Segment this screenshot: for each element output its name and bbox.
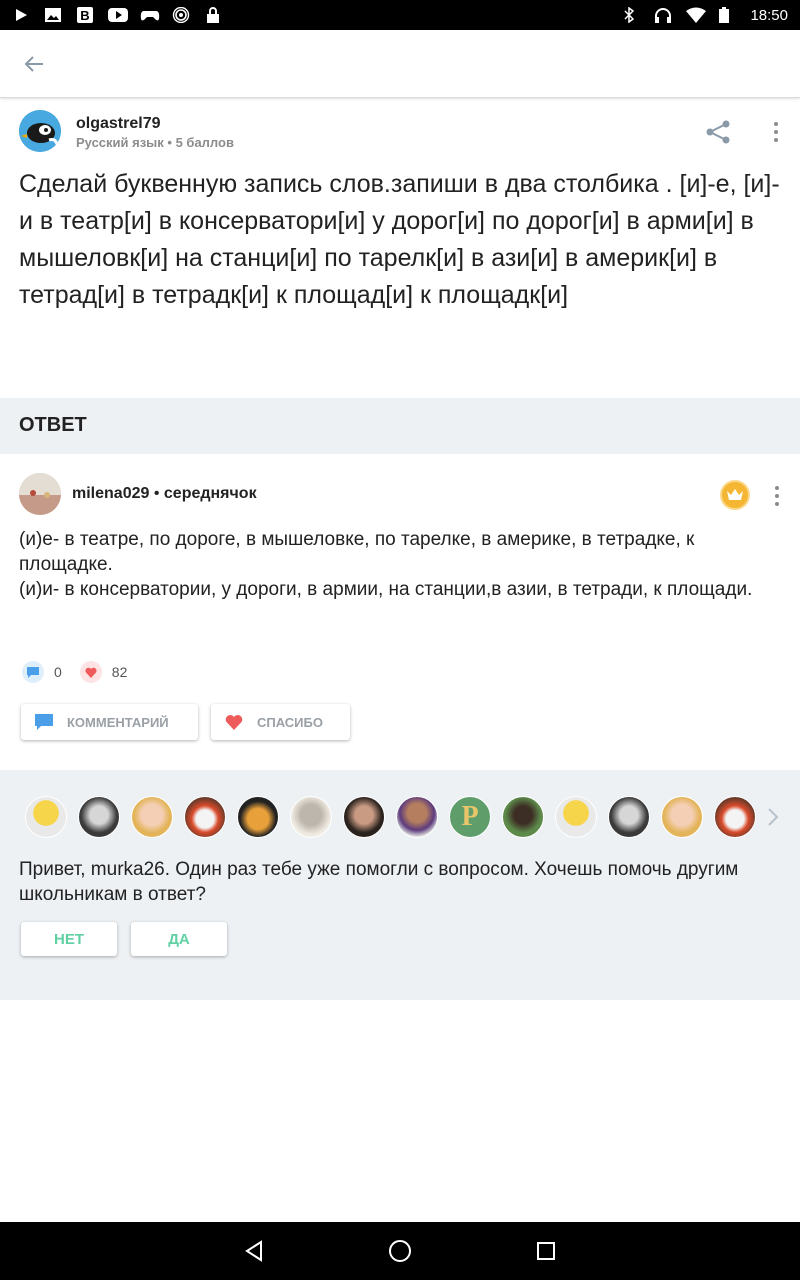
helper-avatar[interactable]: [661, 796, 703, 838]
status-bar: B 18:50: [0, 0, 800, 30]
separator-dot: •: [149, 485, 164, 502]
answer-line-1: (и)е- в театре, по дороге, в мышеловке, …: [19, 529, 695, 575]
image-icon: [44, 7, 62, 23]
answer-author-name[interactable]: milena029: [72, 485, 149, 502]
question-more-icon[interactable]: [769, 118, 783, 146]
helper-avatar[interactable]: P: [449, 796, 491, 838]
thanks-button-label: СПАСИБО: [257, 714, 323, 730]
helper-avatar[interactable]: [555, 796, 597, 838]
yes-button[interactable]: ДА: [131, 922, 227, 956]
answer-more-icon[interactable]: [770, 482, 784, 510]
helper-avatar[interactable]: [25, 796, 67, 838]
triangle-back-icon: [245, 1240, 262, 1262]
square-recents-icon: [537, 1242, 555, 1260]
battery-icon: [718, 7, 736, 23]
helper-avatar[interactable]: [396, 796, 438, 838]
app-bar: [0, 30, 800, 98]
helper-avatar[interactable]: [78, 796, 120, 838]
helper-avatar[interactable]: [237, 796, 279, 838]
youtube-icon: [108, 7, 128, 23]
helper-avatars-row: P: [25, 796, 756, 840]
thanks-button[interactable]: СПАСИБО: [211, 704, 350, 740]
no-button[interactable]: НЕТ: [21, 922, 117, 956]
circle-home-icon: [389, 1240, 411, 1262]
helper-avatar[interactable]: [608, 796, 650, 838]
heart-icon: [225, 714, 243, 730]
crown-icon: [727, 489, 743, 500]
share-icon: [706, 120, 730, 144]
headphones-icon: [654, 7, 672, 23]
best-answer-badge: [720, 480, 750, 510]
question-text: Сделай буквенную запись слов.запиши в дв…: [19, 170, 780, 309]
question-subject-points: Русский язык • 5 баллов: [76, 135, 234, 150]
heart-count-icon: [79, 661, 102, 683]
nav-back-button[interactable]: [240, 1237, 268, 1265]
helper-avatar[interactable]: [131, 796, 173, 838]
hotspot-icon: [172, 6, 190, 24]
wifi-icon: [686, 7, 707, 23]
helper-avatar[interactable]: [343, 796, 385, 838]
arrow-left-icon: [24, 56, 43, 72]
chevron-right-icon[interactable]: [764, 804, 782, 830]
answer-line-2: (и)и- в консерватории, у дороги, в армии…: [19, 579, 753, 600]
answer-section-label: ОТВЕТ: [19, 414, 87, 436]
comment-count-icon: [22, 661, 44, 683]
question-author-avatar[interactable]: [19, 110, 61, 152]
nav-recents-button[interactable]: [532, 1237, 560, 1265]
gamepad-icon: [140, 7, 160, 23]
comment-button[interactable]: КОММЕНТАРИЙ: [21, 704, 198, 740]
question-author-name[interactable]: olgastrel79: [76, 115, 160, 133]
b-app-icon: B: [76, 7, 94, 23]
status-time: 18:50: [750, 6, 788, 24]
helper-avatar[interactable]: [714, 796, 756, 838]
comment-icon: [35, 714, 53, 730]
nav-home-button[interactable]: [386, 1237, 414, 1265]
answer-text: (и)е- в театре, по дороге, в мышеловке, …: [19, 527, 789, 602]
answer-author-line: milena029 • середнячок: [72, 485, 257, 503]
svg-text:B: B: [80, 8, 89, 23]
answer-author-avatar[interactable]: [19, 473, 61, 515]
helper-avatar[interactable]: [290, 796, 332, 838]
question-header: olgastrel79 Русский язык • 5 баллов: [0, 98, 800, 168]
status-left-icons: B: [12, 6, 222, 24]
comments-count: 0: [54, 664, 62, 680]
system-nav-bar: [0, 1222, 800, 1280]
play-icon: [12, 7, 30, 23]
back-button[interactable]: [18, 50, 50, 78]
status-right-icons: 18:50: [622, 6, 788, 24]
invite-text: Привет, murka26. Один раз тебе уже помог…: [19, 859, 739, 905]
answer-author-rank: середнячок: [163, 485, 257, 502]
share-button[interactable]: [704, 118, 732, 146]
comment-button-label: КОММЕНТАРИЙ: [67, 714, 169, 730]
answer-stats: 0 82: [22, 660, 145, 684]
lock-icon: [204, 7, 222, 23]
helper-avatar[interactable]: [502, 796, 544, 838]
likes-count: 82: [111, 664, 128, 680]
answer-section-header: ОТВЕТ: [0, 398, 800, 454]
bluetooth-icon: [622, 6, 640, 24]
helper-avatar[interactable]: [184, 796, 226, 838]
